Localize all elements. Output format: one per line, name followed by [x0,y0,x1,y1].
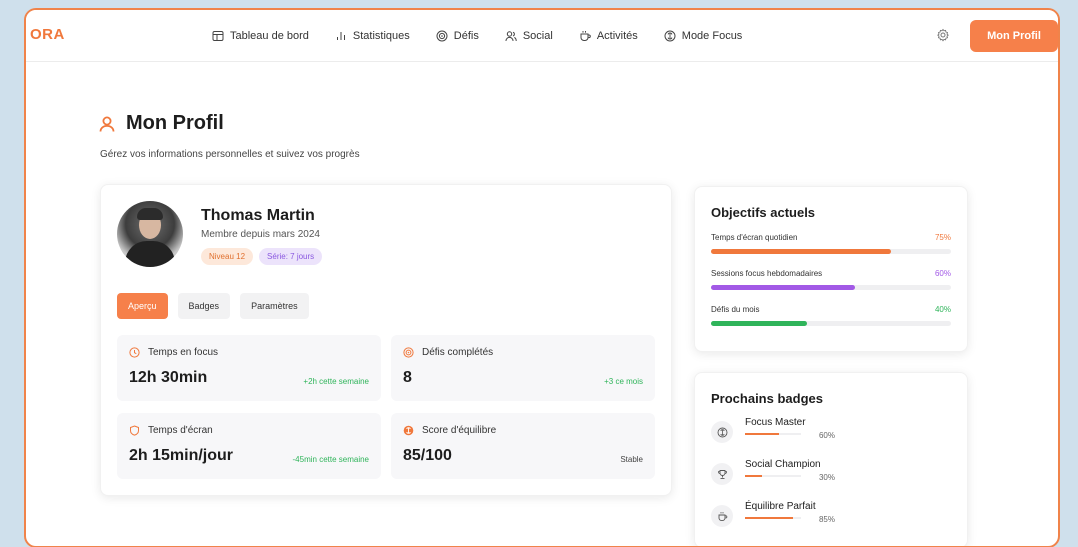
goal-progress-fill [711,321,807,326]
goal-progress-track [711,249,951,254]
nav-item-focus-mode[interactable]: Mode Focus [664,30,743,42]
nav-label: Social [522,30,553,42]
user-icon [99,116,115,132]
current-goals-card: Objectifs actuels Temps d'écran quotidie… [694,186,968,352]
stat-focus-time: Temps en focus 12h 30min +2h cette semai… [117,335,381,401]
stat-challenges-completed: Défis complétés 8 +3 ce mois [391,335,655,401]
bar-chart-icon [336,32,345,40]
stat-note: Stable [620,455,643,464]
goals-title: Objectifs actuels [711,205,816,220]
main-nav: Tableau de bord Statistiques Défis Socia… [212,10,742,62]
goal-item: Temps d'écran quotidien 75% [711,233,951,254]
goal-item: Sessions focus hebdomadaires 60% [711,269,951,290]
page-header: Mon Profil [98,112,224,135]
stat-value: 85/100 [403,447,452,464]
nav-item-dashboard[interactable]: Tableau de bord [212,30,309,42]
goal-percent: 60% [934,269,951,278]
badge-name: Focus Master [745,417,806,428]
focus-icon [664,30,676,42]
stat-screen-time: Temps d'écran 2h 15min/jour -45min cette… [117,413,381,479]
goal-label: Défis du mois [711,305,760,314]
tab-badges[interactable]: Badges [177,293,231,319]
badge-percent: 30% [818,473,835,482]
cup-icon [580,31,591,41]
avatar [117,201,183,267]
stat-value: 2h 15min/jour [129,447,234,464]
stat-note: +2h cette semaine [303,377,369,386]
nav-item-challenges[interactable]: Défis [436,30,479,42]
tab-settings[interactable]: Paramètres [240,293,309,319]
goal-progress-track [711,321,951,326]
shield-icon [130,425,139,436]
target-icon [403,347,414,358]
tab-overview[interactable]: Aperçu [117,293,168,319]
badge-item: Focus Master 60% [711,417,855,443]
streak-badge: Série: 7 jours [259,248,323,265]
badge-progress-track [745,517,801,519]
goal-percent: 40% [934,305,951,314]
dashboard-icon [212,31,224,41]
profile-tabs: Aperçu Badges Paramètres [117,293,309,319]
goal-progress-fill [711,285,855,290]
badge-item: Social Champion 30% [711,459,855,485]
goal-label: Sessions focus hebdomadaires [711,269,823,278]
cup-icon [718,511,727,521]
nav-label: Défis [453,30,479,42]
badge-name: Social Champion [745,459,821,470]
stat-note: -45min cette semaine [292,455,369,464]
goal-progress-track [711,285,951,290]
badge-progress-fill [745,517,793,519]
user-name: Thomas Martin [201,207,315,224]
badge-progress-fill [745,433,779,435]
nav-label: Mode Focus [681,30,743,42]
nav-label: Activités [596,30,638,42]
top-navigation: ORA Tableau de bord Statistiques Défis S… [26,10,1058,62]
app-window: ORA Tableau de bord Statistiques Défis S… [24,8,1060,547]
nav-item-social[interactable]: Social [505,30,553,42]
next-badges-card: Prochains badges Focus Master 60% Social… [694,372,968,546]
users-icon [505,31,517,42]
goal-item: Défis du mois 40% [711,305,951,326]
nav-item-statistics[interactable]: Statistiques [335,30,410,42]
stat-value: 8 [403,369,412,386]
profile-badges: Niveau 12 Série: 7 jours [201,248,323,265]
badge-item: Équilibre Parfait 85% [711,501,855,527]
stat-label: Score d'équilibre [422,425,497,436]
nav-label: Statistiques [352,30,410,42]
badge-progress-fill [745,475,762,477]
clock-icon [129,347,140,358]
nav-item-activities[interactable]: Activités [579,30,638,42]
stat-value: 12h 30min [129,369,208,386]
trophy-icon [717,469,727,479]
profile-card: Thomas Martin Membre depuis mars 2024 Ni… [100,184,672,496]
badge-percent: 85% [818,515,835,524]
goal-label: Temps d'écran quotidien [711,233,798,242]
target-icon [436,30,448,42]
stat-balance-score: Score d'équilibre 85/100 Stable [391,413,655,479]
focus-icon [717,427,727,437]
badges-title: Prochains badges [711,391,823,406]
page-subtitle: Gérez vos informations personnelles et s… [100,149,360,160]
badge-name: Équilibre Parfait [745,501,816,512]
balance-icon [403,425,414,436]
app-logo[interactable]: ORA [30,26,65,43]
nav-label: Tableau de bord [230,30,309,42]
my-profile-button[interactable]: Mon Profil [970,20,1058,52]
badge-percent: 60% [818,431,835,440]
badge-progress-track [745,475,801,477]
stat-note: +3 ce mois [604,377,643,386]
gear-icon[interactable] [936,28,950,42]
stat-label: Temps d'écran [148,425,213,436]
goal-percent: 75% [934,233,951,242]
member-since: Membre depuis mars 2024 [201,229,320,240]
stat-label: Défis complétés [422,347,494,358]
page-title: Mon Profil [126,112,224,134]
stat-label: Temps en focus [148,347,219,358]
level-badge: Niveau 12 [201,248,254,265]
goal-progress-fill [711,249,891,254]
badge-progress-track [745,433,801,435]
